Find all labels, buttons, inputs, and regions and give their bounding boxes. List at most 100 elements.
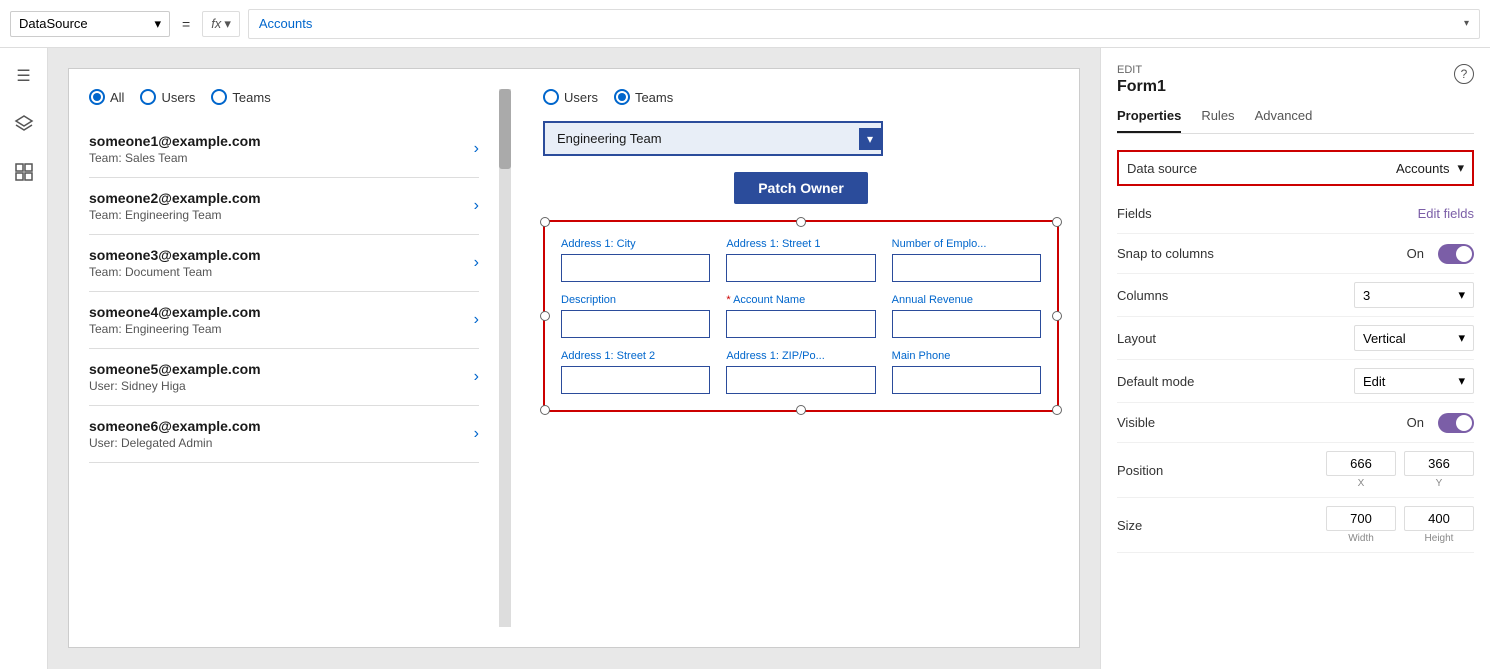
- form-field-street1-label: Address 1: Street 1: [726, 238, 875, 250]
- layout-select[interactable]: Vertical ▾: [1354, 325, 1474, 351]
- columns-select[interactable]: 3 ▾: [1354, 282, 1474, 308]
- radio-users[interactable]: Users: [140, 89, 195, 105]
- scroll-thumb[interactable]: [499, 89, 511, 169]
- radio-users-circle: [140, 89, 156, 105]
- tab-properties[interactable]: Properties: [1117, 108, 1181, 133]
- help-icon[interactable]: ?: [1454, 64, 1474, 84]
- snap-value: On: [1407, 246, 1424, 261]
- form-field-city-label: Address 1: City: [561, 238, 710, 250]
- list-item-sub: Team: Sales Team: [89, 151, 261, 165]
- form-field-employees: Number of Emplo...: [892, 238, 1041, 282]
- team-dropdown[interactable]: Engineering Team ▾: [543, 121, 883, 156]
- edit-fields-link[interactable]: Edit fields: [1418, 206, 1474, 221]
- fx-label: fx: [211, 16, 221, 31]
- scroll-divider: [499, 89, 511, 627]
- top-bar: DataSource ▾ = fx ▾ Accounts ▾: [0, 0, 1490, 48]
- form-field-zip-input[interactable]: [726, 366, 875, 394]
- fx-chevron: ▾: [224, 16, 231, 32]
- pos-x-input[interactable]: [1326, 451, 1396, 476]
- formula-bar[interactable]: Accounts ▾: [248, 9, 1480, 39]
- resize-handle-tl[interactable]: [540, 217, 550, 227]
- sidebar-grid-icon[interactable]: [8, 156, 40, 188]
- form-radio-teams[interactable]: Teams: [614, 89, 673, 105]
- list-item[interactable]: someone4@example.com Team: Engineering T…: [89, 292, 479, 349]
- equals-sign: =: [178, 16, 194, 32]
- pos-y-group: Y: [1404, 451, 1474, 489]
- tab-rules[interactable]: Rules: [1201, 108, 1234, 133]
- patch-owner-button[interactable]: Patch Owner: [734, 172, 868, 204]
- form-field-phone-input[interactable]: [892, 366, 1041, 394]
- size-width-group: Width: [1326, 506, 1396, 544]
- resize-handle-tm[interactable]: [796, 217, 806, 227]
- columns-value: 3: [1363, 288, 1370, 303]
- default-mode-select[interactable]: Edit ▾: [1354, 368, 1474, 394]
- radio-teams-label: Teams: [232, 90, 270, 105]
- pos-y-input[interactable]: [1404, 451, 1474, 476]
- layout-label: Layout: [1117, 331, 1156, 346]
- data-source-chevron-icon: ▾: [1457, 160, 1464, 176]
- resize-handle-br[interactable]: [1052, 405, 1062, 415]
- list-item[interactable]: someone6@example.com User: Delegated Adm…: [89, 406, 479, 463]
- radio-teams[interactable]: Teams: [211, 89, 270, 105]
- list-items-container: someone1@example.com Team: Sales Team › …: [89, 121, 479, 463]
- list-item-sub: Team: Engineering Team: [89, 322, 261, 336]
- form-radio-group: Users Teams: [543, 89, 1059, 105]
- resize-handle-ml[interactable]: [540, 311, 550, 321]
- form-radio-users[interactable]: Users: [543, 89, 598, 105]
- right-panel: ? EDIT Form1 Properties Rules Advanced D…: [1100, 48, 1490, 669]
- resize-handle-bm[interactable]: [796, 405, 806, 415]
- size-width-input[interactable]: [1326, 506, 1396, 531]
- datasource-select[interactable]: DataSource ▾: [10, 11, 170, 37]
- form-field-revenue-input[interactable]: [892, 310, 1041, 338]
- right-panel-title: Form1: [1117, 78, 1474, 96]
- form-field-city-input[interactable]: [561, 254, 710, 282]
- form-field-street2-label: Address 1: Street 2: [561, 350, 710, 362]
- size-height-input[interactable]: [1404, 506, 1474, 531]
- chevron-right-icon: ›: [474, 197, 479, 215]
- form-field-street2: Address 1: Street 2: [561, 350, 710, 394]
- size-height-label: Height: [1425, 533, 1454, 544]
- sidebar-menu-icon[interactable]: ☰: [8, 60, 40, 92]
- list-item-name: someone5@example.com: [89, 361, 261, 377]
- visible-toggle[interactable]: [1438, 413, 1474, 433]
- size-width-label: Width: [1348, 533, 1374, 544]
- datasource-select-label: DataSource: [19, 16, 88, 31]
- resize-handle-mr[interactable]: [1052, 311, 1062, 321]
- tab-advanced[interactable]: Advanced: [1255, 108, 1313, 133]
- position-row: Position X Y: [1117, 443, 1474, 498]
- snap-to-columns-row: Snap to columns On: [1117, 234, 1474, 274]
- fields-label: Fields: [1117, 206, 1152, 221]
- list-item[interactable]: someone1@example.com Team: Sales Team ›: [89, 121, 479, 178]
- fx-button[interactable]: fx ▾: [202, 11, 240, 37]
- form-field-street1-input[interactable]: [726, 254, 875, 282]
- pos-x-group: X: [1326, 451, 1396, 489]
- resize-handle-tr[interactable]: [1052, 217, 1062, 227]
- form-radio-teams-circle: [614, 89, 630, 105]
- resize-handle-bl[interactable]: [540, 405, 550, 415]
- form-radio-users-circle: [543, 89, 559, 105]
- sidebar-layers-icon[interactable]: [8, 108, 40, 140]
- list-item[interactable]: someone2@example.com Team: Engineering T…: [89, 178, 479, 235]
- tabs-row: Properties Rules Advanced: [1117, 108, 1474, 134]
- form-field-employees-input[interactable]: [892, 254, 1041, 282]
- pos-y-label: Y: [1436, 478, 1443, 489]
- data-source-value: Accounts: [1396, 161, 1449, 176]
- default-mode-value: Edit: [1363, 374, 1385, 389]
- radio-teams-circle: [211, 89, 227, 105]
- data-source-value-wrapper[interactable]: Accounts ▾: [1396, 160, 1464, 176]
- list-item-sub: Team: Engineering Team: [89, 208, 261, 222]
- columns-label: Columns: [1117, 288, 1168, 303]
- list-item[interactable]: someone5@example.com User: Sidney Higa ›: [89, 349, 479, 406]
- list-item-name: someone3@example.com: [89, 247, 261, 263]
- form-field-street2-input[interactable]: [561, 366, 710, 394]
- size-inputs: Width Height: [1326, 506, 1474, 544]
- list-item[interactable]: someone3@example.com Team: Document Team…: [89, 235, 479, 292]
- form-field-accountname-input[interactable]: [726, 310, 875, 338]
- layout-row: Layout Vertical ▾: [1117, 317, 1474, 360]
- team-dropdown-value: Engineering Team: [557, 131, 662, 146]
- snap-toggle[interactable]: [1438, 244, 1474, 264]
- radio-all[interactable]: All: [89, 89, 124, 105]
- list-item-sub: User: Sidney Higa: [89, 379, 261, 393]
- right-panel-section-label: EDIT: [1117, 64, 1474, 76]
- form-field-description-input[interactable]: [561, 310, 710, 338]
